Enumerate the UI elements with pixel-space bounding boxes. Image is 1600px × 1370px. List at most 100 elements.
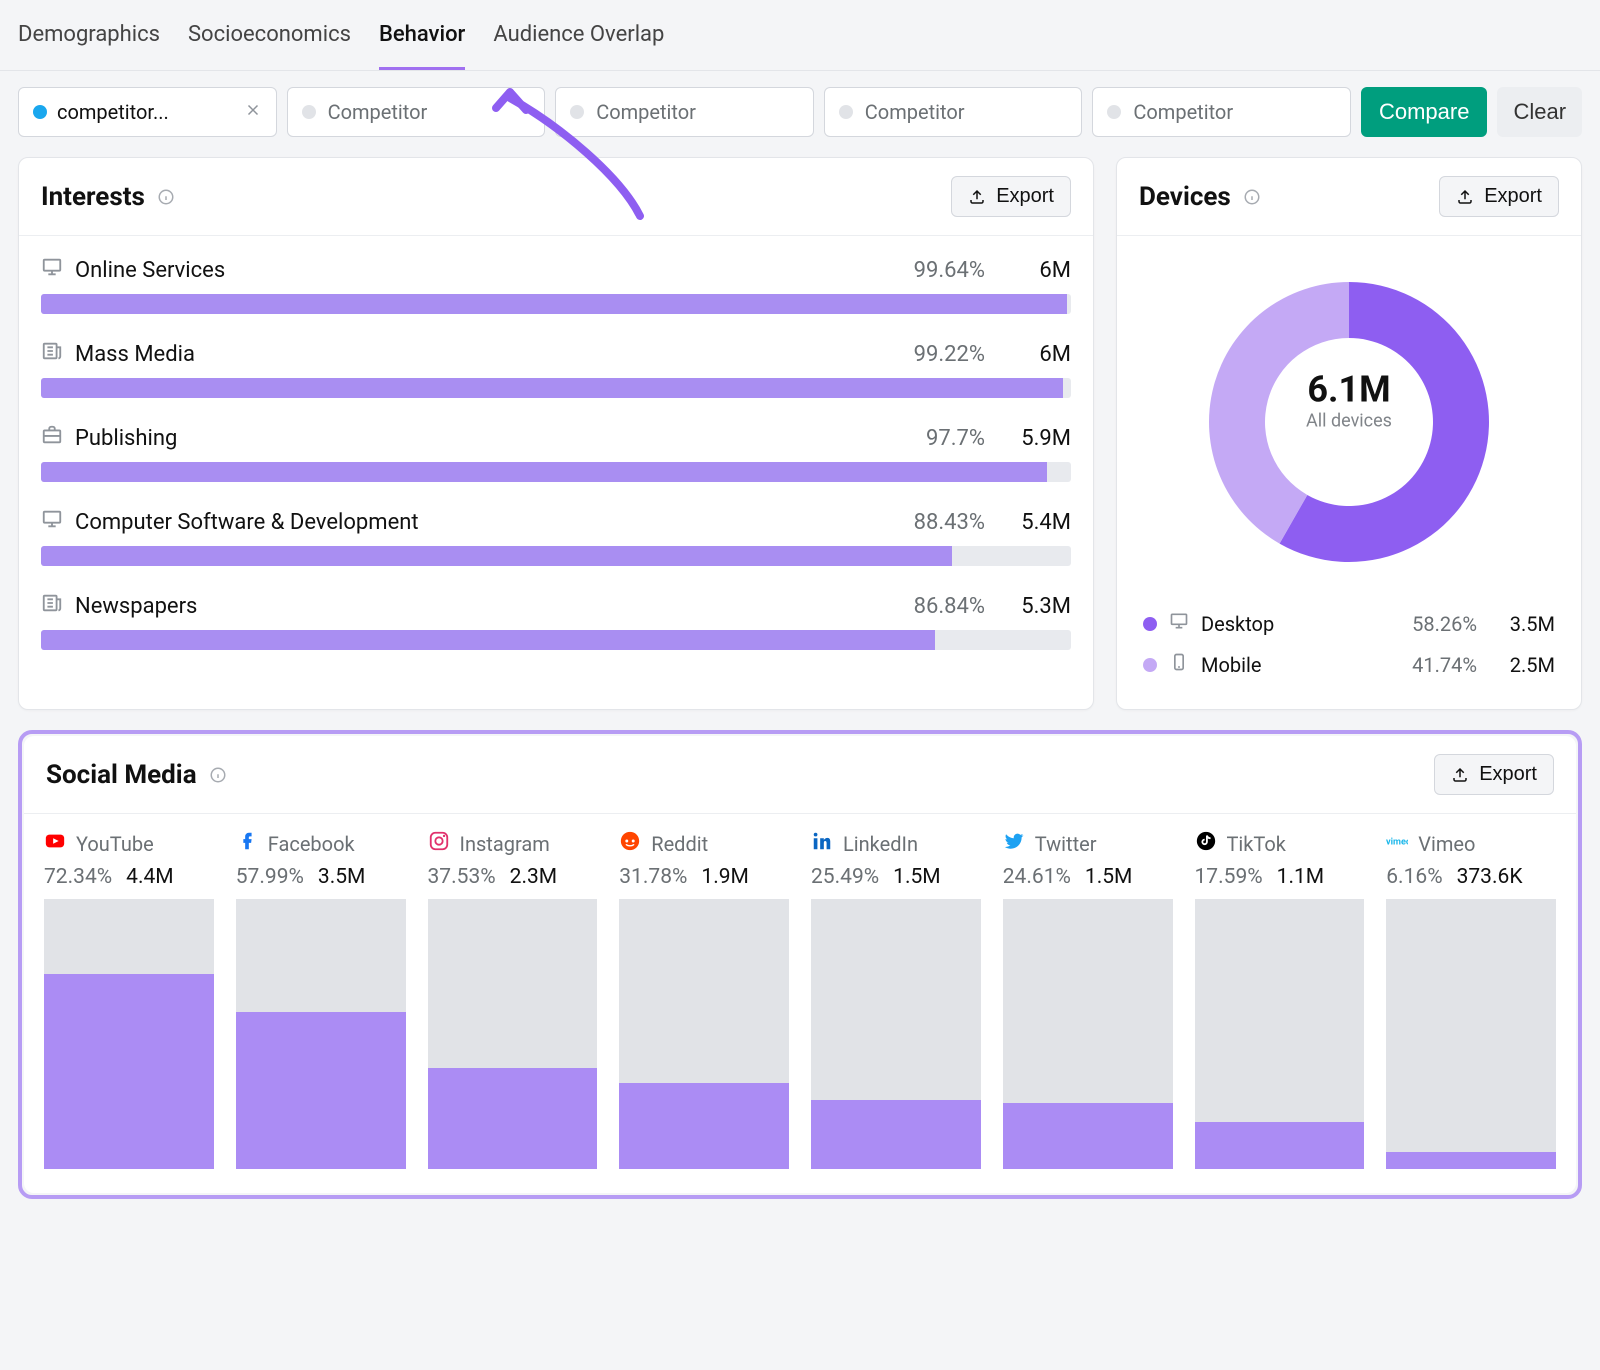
info-icon[interactable] xyxy=(1243,188,1261,206)
social-media-panel: Social Media Export YouTube72.34%4.4M Fac… xyxy=(24,736,1576,1193)
social-value: 2.3M xyxy=(510,865,557,889)
twitter-icon xyxy=(1003,830,1025,857)
compare-button[interactable]: Compare xyxy=(1361,87,1487,137)
social-name: Facebook xyxy=(268,832,355,856)
social-name: Reddit xyxy=(651,832,708,856)
interest-percent: 99.22% xyxy=(914,342,985,367)
social-bar xyxy=(619,899,789,1169)
export-label: Export xyxy=(996,185,1054,208)
export-button[interactable]: Export xyxy=(1439,176,1559,217)
svg-text:vimeo: vimeo xyxy=(1386,838,1408,848)
tiktok-icon xyxy=(1195,830,1217,857)
competitor-placeholder: Competitor xyxy=(865,100,965,124)
devices-total-label: All devices xyxy=(1117,411,1581,432)
competitor-input-4[interactable]: Competitor xyxy=(1092,87,1351,137)
device-name: Desktop xyxy=(1201,612,1274,636)
interest-count: 5.9M xyxy=(1011,426,1071,451)
competitor-input-2[interactable]: Competitor xyxy=(555,87,814,137)
clear-button[interactable]: Clear xyxy=(1497,87,1582,137)
interest-label: Publishing xyxy=(75,426,177,451)
monitor-icon xyxy=(41,256,63,284)
social-column: YouTube72.34%4.4M xyxy=(44,830,214,1169)
competitor-chip-0[interactable]: competitor... xyxy=(18,87,277,137)
device-percent: 41.74% xyxy=(1412,653,1477,677)
social-bar xyxy=(236,899,406,1169)
social-value: 3.5M xyxy=(318,865,365,889)
interest-label: Mass Media xyxy=(75,342,195,367)
news-icon xyxy=(41,592,63,620)
interest-percent: 88.43% xyxy=(914,510,985,535)
devices-panel: Devices Export 6.1M All devices Desktop 5… xyxy=(1116,157,1582,710)
competitor-placeholder: Competitor xyxy=(1133,100,1233,124)
phone-icon xyxy=(1169,652,1189,677)
devices-total-value: 6.1M xyxy=(1117,369,1581,411)
export-button[interactable]: Export xyxy=(951,176,1071,217)
export-icon xyxy=(968,188,986,206)
social-value: 4.4M xyxy=(126,865,173,889)
social-name: Twitter xyxy=(1035,832,1097,856)
social-column: Twitter 24.61% 1.5M xyxy=(1003,830,1173,1169)
facebook-icon xyxy=(236,830,258,857)
social-value: 1.1M xyxy=(1277,865,1324,889)
linkedin-icon xyxy=(811,830,833,857)
tab-audience-overlap[interactable]: Audience Overlap xyxy=(493,22,664,70)
tab-socioeconomics[interactable]: Socioeconomics xyxy=(188,22,351,70)
info-icon[interactable] xyxy=(157,188,175,206)
social-value: 1.5M xyxy=(1085,865,1132,889)
social-percent: 17.59% xyxy=(1195,865,1263,889)
monitor-icon xyxy=(41,508,63,536)
close-icon[interactable] xyxy=(244,100,262,124)
competitor-color-dot xyxy=(33,105,47,119)
export-button[interactable]: Export xyxy=(1434,754,1554,795)
social-name: YouTube xyxy=(76,832,154,856)
interest-bar xyxy=(41,630,1071,650)
interests-panel: Interests Export Online Services99.64%6M… xyxy=(18,157,1094,710)
interest-bar xyxy=(41,546,1071,566)
social-percent: 57.99% xyxy=(236,865,304,889)
panel-title: Devices xyxy=(1139,182,1231,212)
social-bar xyxy=(1386,899,1556,1169)
social-bar xyxy=(811,899,981,1169)
social-percent: 24.61% xyxy=(1003,865,1071,889)
competitor-chip-label: competitor... xyxy=(57,100,169,124)
youtube-icon xyxy=(44,830,66,857)
competitor-placeholder: Competitor xyxy=(596,100,696,124)
social-percent: 37.53% xyxy=(428,865,496,889)
interest-label: Computer Software & Development xyxy=(75,510,419,535)
interest-percent: 97.7% xyxy=(926,426,985,451)
device-percent: 58.26% xyxy=(1412,612,1477,636)
device-row: Mobile41.74%2.5M xyxy=(1143,644,1555,685)
social-name: TikTok xyxy=(1227,832,1286,856)
tab-behavior[interactable]: Behavior xyxy=(379,22,465,70)
annotation-highlight-box: Social Media Export YouTube72.34%4.4M Fac… xyxy=(18,730,1582,1199)
competitor-input-3[interactable]: Competitor xyxy=(824,87,1083,137)
export-label: Export xyxy=(1484,185,1542,208)
competitor-bar: competitor... Competitor Competitor Comp… xyxy=(0,71,1600,153)
social-column: Reddit 31.78% 1.9M xyxy=(619,830,789,1169)
social-percent: 6.16% xyxy=(1386,865,1442,889)
vimeo-icon: vimeo xyxy=(1386,830,1408,857)
social-bar xyxy=(1003,899,1173,1169)
tab-demographics[interactable]: Demographics xyxy=(18,22,160,70)
competitor-input-1[interactable]: Competitor xyxy=(287,87,546,137)
news-icon xyxy=(41,340,63,368)
export-icon xyxy=(1451,766,1469,784)
interest-row: Computer Software & Development 88.43% 5.4… xyxy=(41,508,1071,566)
interest-label: Newspapers xyxy=(75,594,197,619)
social-bar xyxy=(428,899,598,1169)
reddit-icon xyxy=(619,830,641,857)
interest-count: 5.4M xyxy=(1011,510,1071,535)
info-icon[interactable] xyxy=(209,766,227,784)
social-value: 373.6K xyxy=(1457,865,1523,889)
social-value: 1.9M xyxy=(701,865,748,889)
social-name: LinkedIn xyxy=(843,832,918,856)
panel-title: Social Media xyxy=(46,760,197,790)
device-row: Desktop58.26%3.5M xyxy=(1143,603,1555,644)
audience-tabs: Demographics Socioeconomics Behavior Audien… xyxy=(0,0,1600,71)
legend-swatch xyxy=(1143,617,1157,631)
social-percent: 31.78% xyxy=(619,865,687,889)
interest-percent: 86.84% xyxy=(914,594,985,619)
social-column: Instagram37.53%2.3M xyxy=(428,830,598,1169)
interest-count: 6M xyxy=(1011,342,1071,367)
export-icon xyxy=(1456,188,1474,206)
